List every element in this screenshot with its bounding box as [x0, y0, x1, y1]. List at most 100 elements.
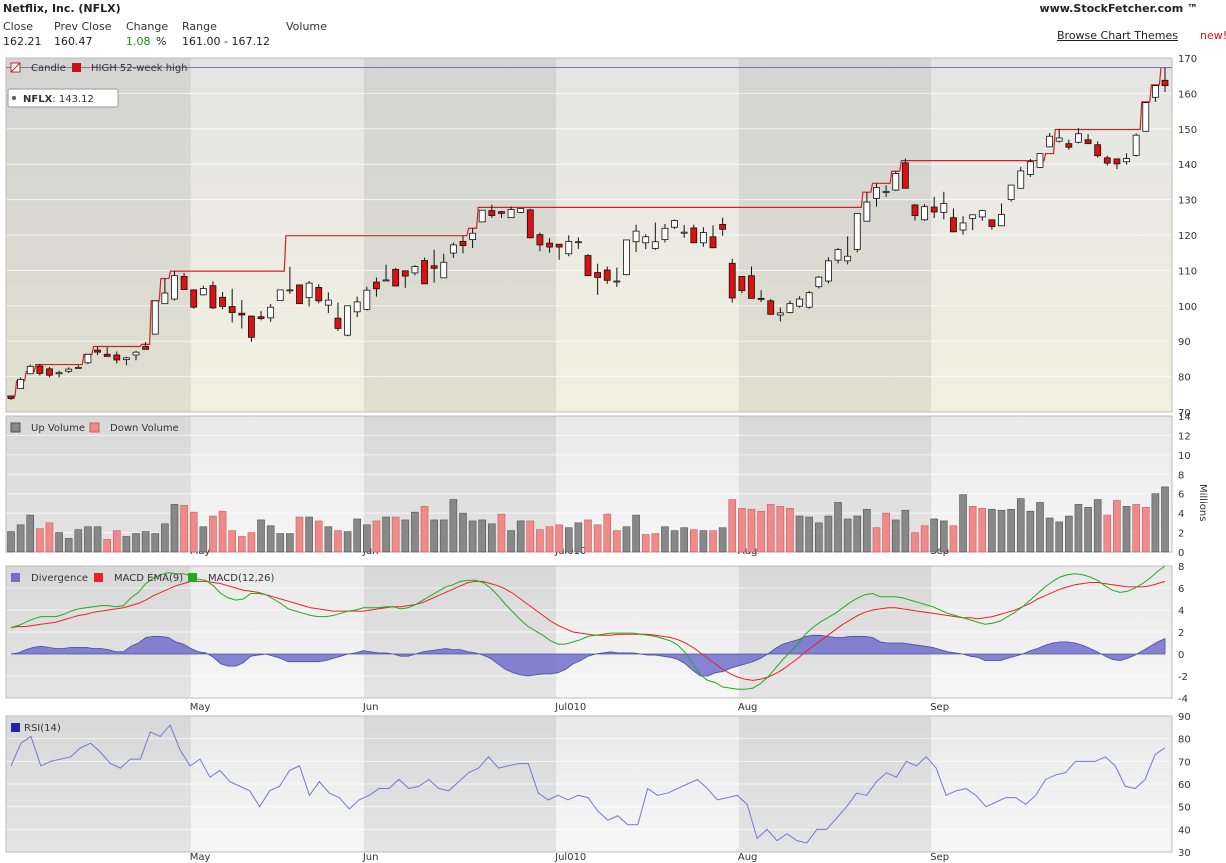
up-volume-bar: [574, 522, 583, 553]
y-tick-label: 6: [1178, 584, 1184, 595]
down-candle: [584, 255, 592, 277]
down-candle: [603, 269, 611, 281]
site-name[interactable]: www.StockFetcher.com ™: [1039, 2, 1198, 15]
down-volume-bar: [651, 533, 660, 553]
up-candle: [84, 353, 92, 364]
down-volume-bar: [545, 526, 554, 553]
change-unit: %: [156, 35, 167, 48]
down-volume-bar: [728, 499, 737, 553]
y-tick-label: 90: [1178, 712, 1191, 723]
y-tick-label: 8: [1178, 470, 1184, 481]
candle-legend-label: Candle: [31, 63, 66, 74]
y-tick-label: 70: [1178, 757, 1191, 768]
volume-label: Volume: [286, 20, 327, 33]
down-candle: [180, 276, 188, 290]
up-volume-bar: [64, 538, 73, 553]
up-volume-bar: [7, 531, 15, 553]
down-candle: [767, 300, 775, 315]
up-candle: [123, 357, 130, 361]
up-candle: [651, 241, 659, 249]
up-volume-bar: [1036, 502, 1044, 553]
up-volume-bar: [411, 511, 419, 553]
down-candle: [950, 217, 957, 233]
down-volume-bar: [228, 530, 236, 553]
stock-chart: 7080901001101201301401501601700246810121…: [5, 54, 1208, 863]
up-volume-bar: [84, 526, 92, 553]
up-candle: [363, 289, 371, 310]
up-candle: [517, 208, 525, 213]
down-candle: [1161, 79, 1169, 87]
down-volume-bar: [584, 519, 592, 553]
browse-chart-themes-link[interactable]: Browse Chart Themes: [1057, 29, 1178, 42]
up-candle: [853, 213, 861, 250]
up-volume-bar: [1093, 499, 1102, 553]
down-volume-bar: [238, 536, 246, 553]
up-candle: [132, 351, 140, 356]
up-volume-bar: [161, 523, 169, 553]
up-candle: [623, 239, 630, 276]
up-volume-bar: [718, 527, 727, 553]
down-volume-bar: [689, 529, 698, 553]
ticker-title: Netflix, Inc. (NFLX): [3, 2, 121, 15]
up-candle: [1036, 153, 1044, 168]
up-volume-bar: [834, 502, 842, 553]
up-candle: [805, 292, 813, 308]
down-volume-bar: [911, 532, 919, 553]
up-volume-bar: [1084, 507, 1092, 553]
up-candle: [199, 288, 207, 296]
up-candle: [892, 173, 900, 191]
up-candle: [171, 275, 178, 300]
y-tick-label: 140: [1178, 160, 1197, 171]
down-candle: [142, 346, 150, 350]
up-candle: [574, 241, 582, 244]
tooltip-text: NFLX: 143.12: [23, 94, 94, 105]
down-candle: [930, 206, 938, 213]
y-tick-label: 170: [1178, 54, 1197, 65]
down-candle: [36, 365, 44, 374]
y-tick-label: -2: [1178, 672, 1188, 683]
down-volume-bar: [334, 530, 342, 553]
up-candle: [796, 298, 803, 307]
y-tick-label: 12: [1178, 431, 1191, 442]
down-candle: [392, 268, 400, 287]
up-candle: [440, 261, 448, 279]
up-volume-bar: [901, 509, 910, 553]
down-candle: [594, 272, 602, 278]
down-candle: [709, 236, 717, 249]
up-candle: [998, 214, 1005, 227]
high-legend-label: HIGH 52-week high: [91, 63, 188, 74]
up-volume-bar: [74, 529, 83, 553]
y-tick-label: 90: [1178, 337, 1191, 348]
up-volume-bar: [863, 508, 871, 553]
down-volume-bar: [295, 516, 304, 553]
down-volume-bar: [372, 520, 381, 553]
down-candle: [728, 262, 736, 299]
down-volume-bar: [1141, 507, 1150, 553]
up-volume-bar: [670, 530, 679, 553]
macd-legend-label: MACD(12,26): [208, 573, 275, 584]
prev-close-value: 160.47: [54, 35, 93, 48]
up-volume-bar: [680, 527, 688, 553]
y-tick-label: 60: [1178, 780, 1191, 791]
up-candle: [151, 300, 159, 335]
up-candle: [825, 260, 832, 282]
down-candle: [1065, 143, 1073, 148]
y-tick-label: 100: [1178, 302, 1197, 313]
up-volume-bar: [1065, 515, 1073, 553]
up-volume-bar: [401, 519, 410, 553]
up-volume-bar: [824, 515, 833, 553]
down-candle: [757, 297, 765, 300]
x-tick-label: Jun: [362, 852, 379, 863]
down-volume-bar: [420, 506, 429, 553]
down-volume-bar: [757, 510, 765, 553]
down-volume-bar: [103, 539, 111, 553]
down-volume-bar: [314, 520, 323, 553]
up-candle: [267, 306, 275, 319]
prev-close-label: Prev Close: [54, 20, 112, 33]
up-candle: [1055, 137, 1063, 142]
down-volume-bar: [1132, 504, 1140, 553]
down-candle: [113, 354, 121, 361]
up-candle: [1007, 184, 1015, 200]
down-volume-bar: [555, 524, 563, 553]
up-candle: [613, 280, 621, 283]
